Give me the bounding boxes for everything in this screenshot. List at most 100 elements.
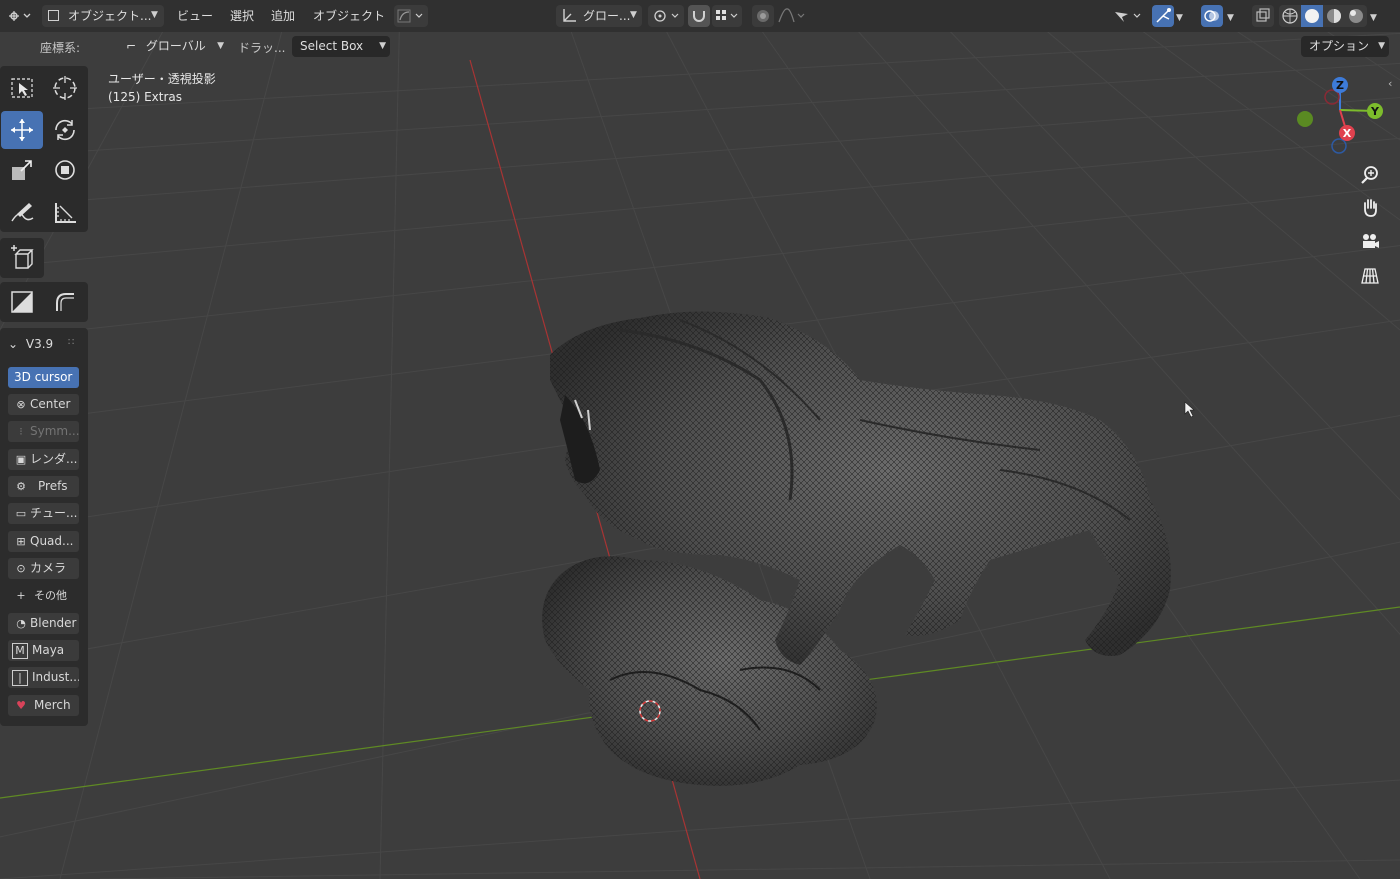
pivot-icon bbox=[654, 10, 679, 22]
pointer-visibility-icon bbox=[1115, 12, 1141, 22]
selectability-dropdown[interactable] bbox=[1112, 5, 1146, 27]
y-axis-label: Y bbox=[1370, 105, 1380, 118]
quick-favorites-button-2[interactable] bbox=[44, 283, 86, 321]
sidebar-toggle-icon[interactable]: ‹ bbox=[1388, 77, 1392, 90]
quick-favorites-button-1[interactable] bbox=[1, 283, 43, 321]
annotate-icon bbox=[11, 203, 34, 222]
chevron-down-icon: ▼ bbox=[379, 41, 386, 51]
tutorial-button[interactable]: ▭ チュー... bbox=[8, 503, 79, 524]
button-label: Merch bbox=[34, 698, 71, 712]
transform-tool[interactable] bbox=[44, 151, 86, 189]
orientation-label: グロー... bbox=[583, 9, 631, 23]
chevron-down-icon: ▼ bbox=[217, 41, 224, 51]
panel-header[interactable]: ⌄ V3.9 bbox=[8, 337, 53, 351]
menu-select[interactable]: 選択 bbox=[230, 5, 254, 27]
viewport-header: オブジェクト... ▼ ビュー 選択 追加 オブジェクト グロー... ▼ ▼ … bbox=[0, 0, 1400, 32]
coordinate-system-dropdown[interactable]: ⌐ グローバル ▼ bbox=[118, 36, 228, 57]
annotate-tool[interactable] bbox=[1, 194, 43, 232]
rotate-tool[interactable] bbox=[44, 111, 86, 149]
shading-dropdown[interactable]: ▼ bbox=[1370, 5, 1377, 27]
navigation-gizmo[interactable]: Z Y X bbox=[1290, 72, 1390, 162]
camera-view-button[interactable] bbox=[1355, 227, 1385, 257]
perspective-toggle-button[interactable] bbox=[1355, 261, 1385, 291]
mode-dropdown[interactable]: オブジェクト... ▼ bbox=[42, 5, 164, 27]
drag-handle-icon[interactable]: ∷ bbox=[68, 337, 74, 348]
coordinate-system-value: グローバル bbox=[145, 39, 206, 53]
blender-keymap-button[interactable]: ◔ Blender bbox=[8, 613, 79, 634]
chevron-down-icon: ▼ bbox=[1378, 41, 1385, 51]
other-button[interactable]: + その他 bbox=[8, 585, 79, 606]
orientation-icon bbox=[563, 9, 576, 22]
add-cube-tool[interactable] bbox=[1, 239, 43, 277]
bevel-curve-icon bbox=[56, 293, 74, 311]
transform-orientation-dropdown[interactable]: グロー... ▼ bbox=[556, 5, 642, 27]
transform-icon bbox=[55, 160, 75, 180]
viewport-canvas bbox=[0, 0, 1400, 879]
button-label: Quad... bbox=[30, 534, 74, 548]
overlays-icon bbox=[1204, 10, 1219, 22]
snap-element-dropdown[interactable] bbox=[712, 5, 742, 27]
menu-view[interactable]: ビュー bbox=[177, 5, 213, 27]
cursor-tool[interactable] bbox=[44, 69, 86, 107]
move-tool[interactable] bbox=[1, 111, 43, 149]
overlays-toggle[interactable] bbox=[1201, 5, 1223, 27]
image-plane-icon bbox=[11, 291, 33, 313]
gizmo-toggle[interactable] bbox=[1152, 5, 1174, 27]
scale-tool[interactable] bbox=[1, 151, 43, 189]
falloff-dropdown[interactable] bbox=[776, 5, 806, 27]
coordinate-system-label: 座標系: bbox=[40, 41, 81, 55]
overlays-dropdown[interactable]: ▼ bbox=[1227, 5, 1234, 27]
3d-cursor-button[interactable]: 3D cursor bbox=[8, 367, 79, 388]
quad-icon: ⊞ bbox=[16, 535, 26, 548]
merch-button[interactable]: ♥ Merch bbox=[8, 695, 79, 716]
curve-icon bbox=[397, 9, 423, 23]
menu-add[interactable]: 追加 bbox=[271, 5, 295, 27]
zoom-button[interactable] bbox=[1355, 160, 1385, 190]
select-box-tool[interactable] bbox=[2, 69, 44, 107]
xray-toggle[interactable] bbox=[1252, 5, 1274, 27]
pan-button[interactable] bbox=[1355, 193, 1385, 223]
industry-keymap-button[interactable]: | Indust... bbox=[8, 667, 79, 688]
maya-icon: M bbox=[12, 643, 28, 659]
drag-action-value: Select Box bbox=[300, 39, 364, 53]
tool-shelf-group-2 bbox=[0, 238, 44, 278]
render-button[interactable]: ▣ レンダ... bbox=[8, 449, 79, 470]
options-dropdown[interactable]: オプション ▼ bbox=[1301, 36, 1389, 57]
neg-y-handle[interactable] bbox=[1297, 111, 1313, 127]
rotate-icon bbox=[55, 119, 75, 141]
hand-icon bbox=[1364, 199, 1377, 217]
button-label: Indust... bbox=[32, 670, 79, 684]
plus-icon: + bbox=[16, 589, 26, 602]
center-button[interactable]: ⊗ Center bbox=[8, 394, 79, 415]
chevron-down-icon: ▼ bbox=[1227, 13, 1234, 23]
editor-type-button[interactable] bbox=[6, 5, 32, 27]
chevron-down-icon: ▼ bbox=[1370, 13, 1377, 23]
snap-toggle[interactable] bbox=[688, 5, 710, 27]
gizmo-dropdown[interactable]: ▼ bbox=[1176, 5, 1183, 27]
prefs-button[interactable]: ⚙ Prefs bbox=[8, 476, 79, 497]
grid-perspective-icon bbox=[1361, 268, 1379, 284]
maya-keymap-button[interactable]: M Maya bbox=[8, 640, 79, 661]
quad-view-button[interactable]: ⊞ Quad... bbox=[8, 531, 79, 552]
menu-object[interactable]: オブジェクト bbox=[313, 5, 385, 27]
camera-icon bbox=[1363, 234, 1379, 248]
button-label: その他 bbox=[34, 589, 67, 602]
pivot-point-dropdown[interactable] bbox=[648, 5, 684, 27]
drag-label: ドラッ... bbox=[238, 41, 286, 55]
ruler-icon bbox=[55, 203, 76, 223]
measure-tool[interactable] bbox=[44, 194, 86, 232]
z-axis-label: Z bbox=[1336, 79, 1344, 92]
blender-icon: ◔ bbox=[16, 617, 26, 630]
symmetry-icon: ⁝ bbox=[19, 425, 23, 438]
tool-shelf-group-1 bbox=[0, 66, 88, 232]
3d-viewport[interactable] bbox=[0, 0, 1400, 879]
render-icon: ▣ bbox=[15, 453, 27, 466]
snap-target-dropdown[interactable] bbox=[394, 5, 428, 27]
symmetry-button[interactable]: ⁝ Symm... bbox=[8, 421, 79, 442]
button-label: Blender bbox=[30, 616, 77, 630]
falloff-curve-icon bbox=[778, 8, 805, 23]
camera-button[interactable]: ⊙ カメラ bbox=[8, 558, 79, 579]
neg-z-handle[interactable] bbox=[1331, 138, 1347, 154]
proportional-editing-toggle[interactable] bbox=[752, 5, 774, 27]
drag-action-dropdown[interactable]: Select Box ▼ bbox=[292, 36, 390, 57]
